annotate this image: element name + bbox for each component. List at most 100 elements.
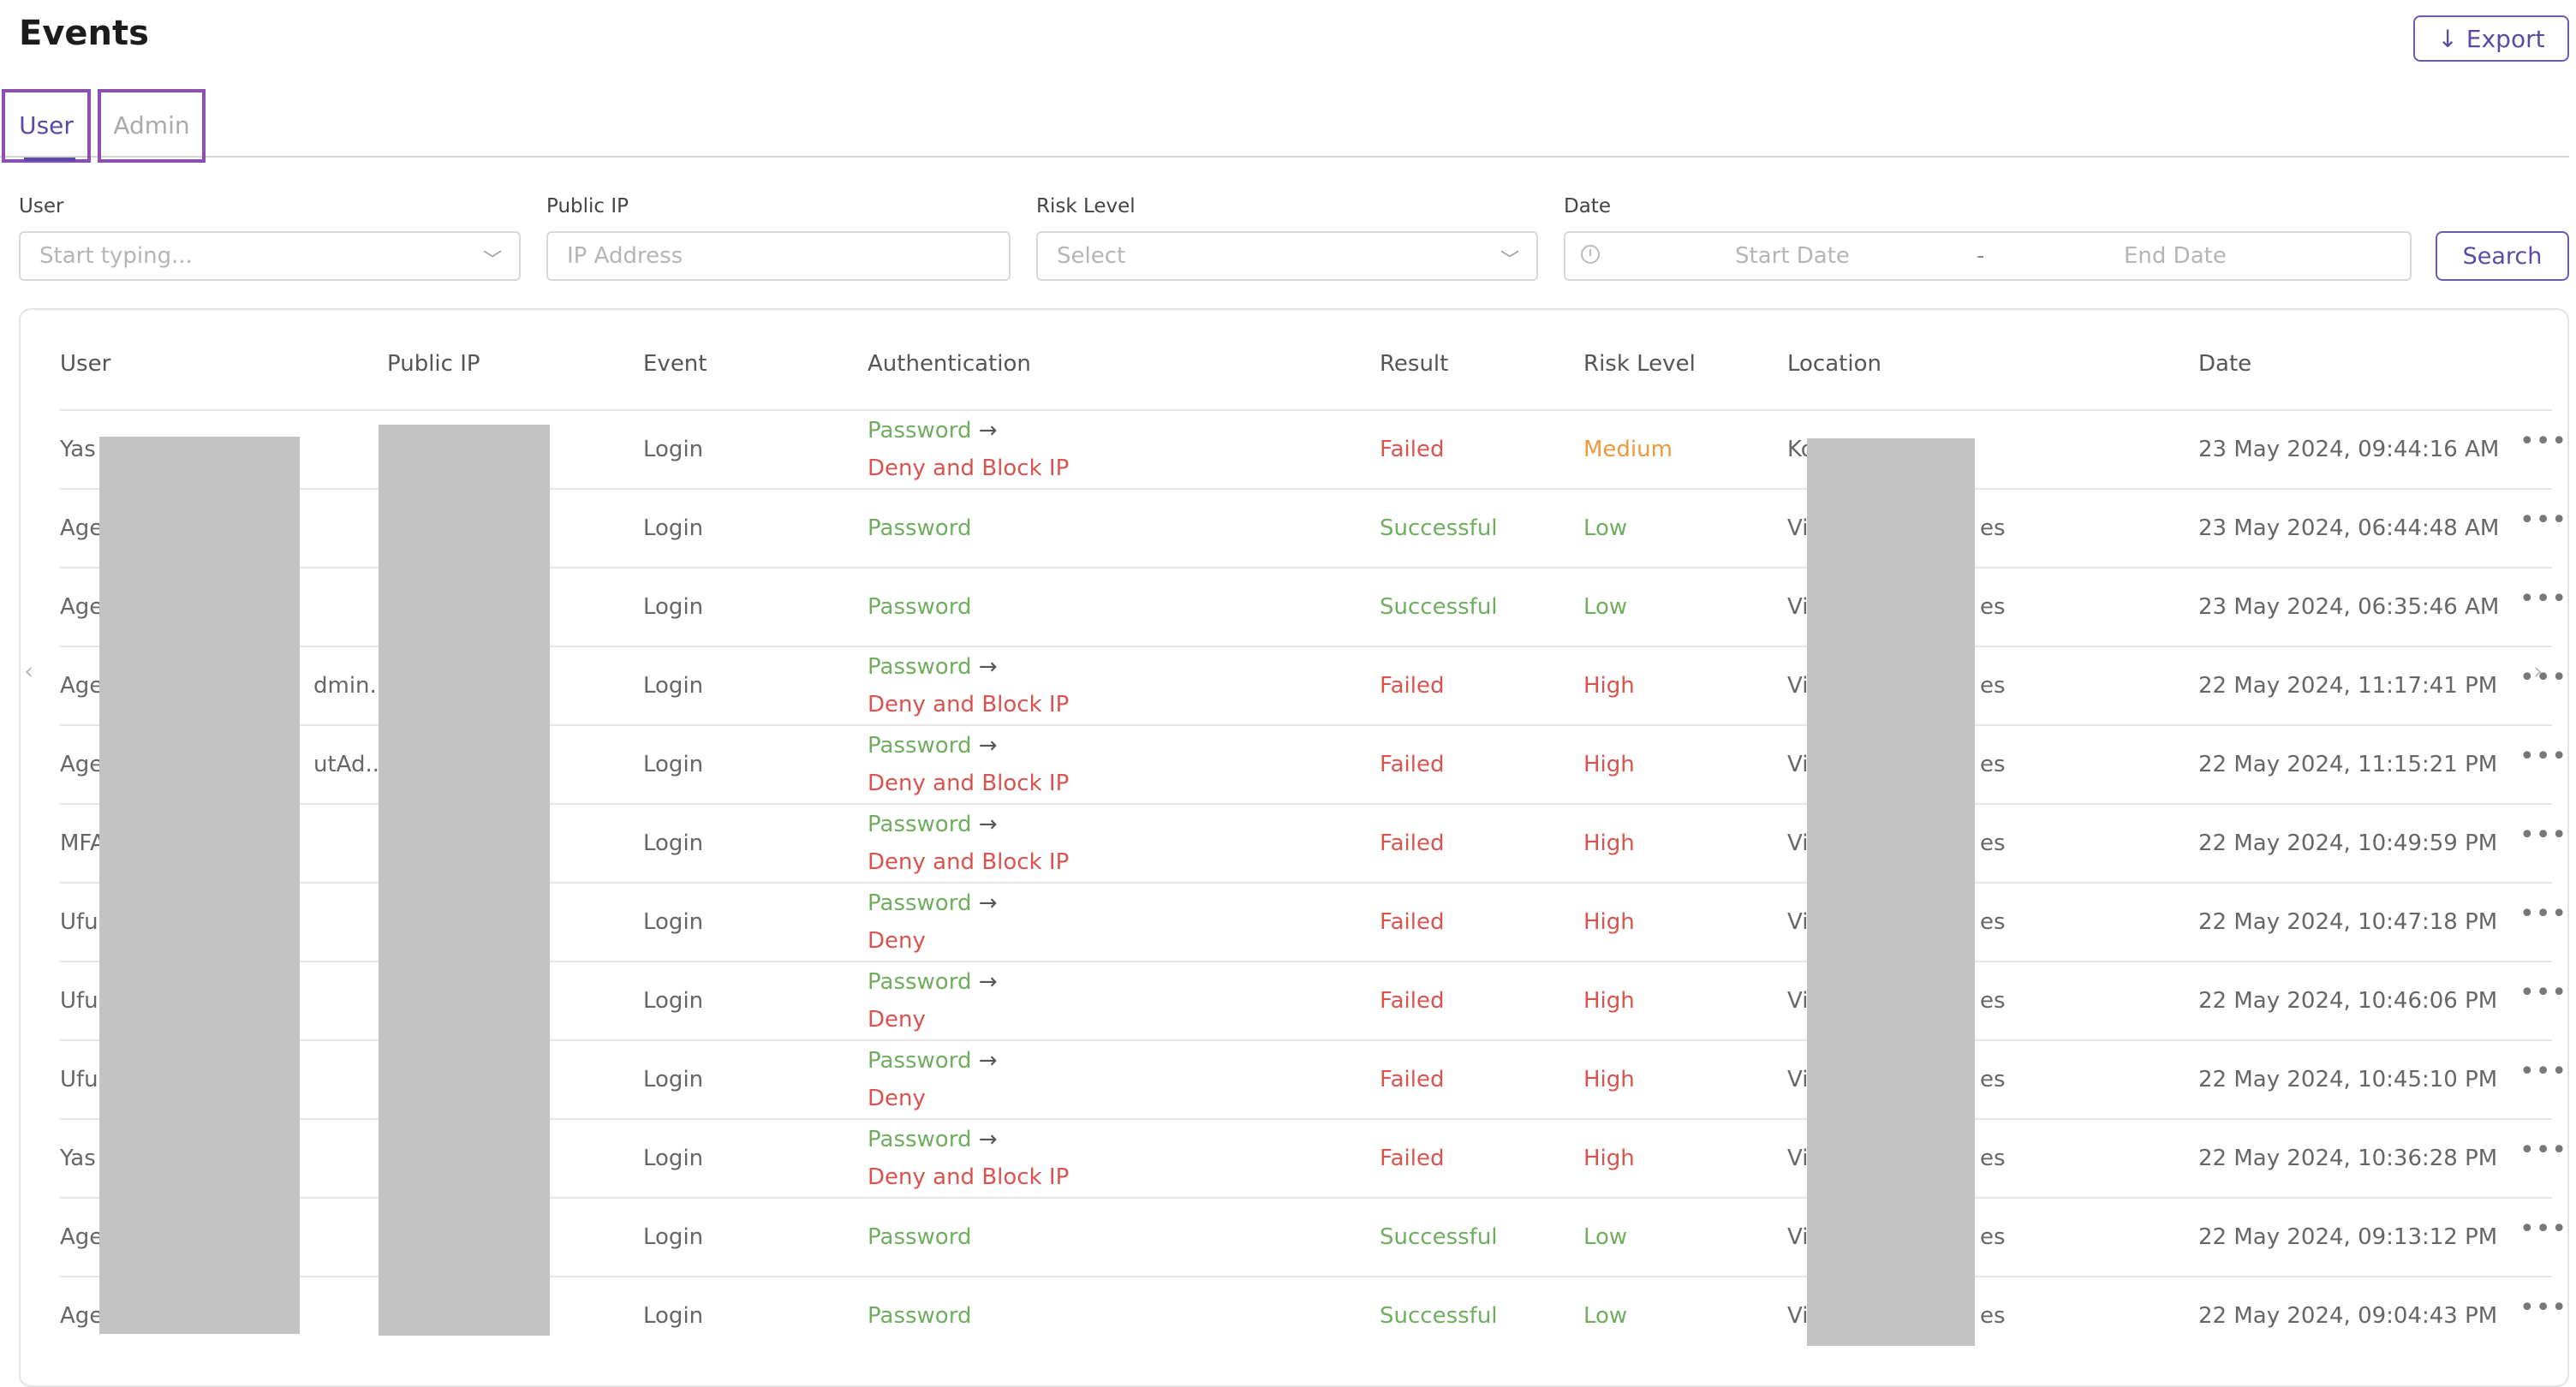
row-auth-action: Deny and Block IP [868, 771, 1070, 796]
row-location-suffix: es [1980, 830, 2006, 856]
events-table: User Public IP Event Authentication Resu… [19, 308, 2569, 1387]
row-location-suffix: es [1980, 673, 2006, 699]
row-auth-method-text: Password [868, 1127, 972, 1152]
row-auth-method-text: Password [868, 594, 972, 620]
tab-admin-label: Admin [113, 111, 190, 140]
more-horizontal-icon[interactable]: ••• [2519, 584, 2567, 614]
row-auth-method: Password → [868, 1127, 998, 1152]
start-date-input[interactable]: Start Date [1735, 243, 1850, 269]
row-auth-action: Deny and Block IP [868, 849, 1070, 875]
row-auth-method-text: Password [868, 418, 972, 443]
row-auth-method: Password → [868, 654, 998, 680]
row-location-suffix: es [1980, 1303, 2006, 1329]
row-auth-method: Password → [868, 969, 998, 995]
page-title: Events [19, 14, 149, 53]
row-location-suffix: es [1980, 594, 2006, 620]
row-result: Failed [1380, 909, 1445, 935]
row-date: 22 May 2024, 10:46:06 PM [2198, 988, 2498, 1014]
more-horizontal-icon[interactable]: ••• [2519, 505, 2567, 535]
chevron-left-icon[interactable]: ‹ [24, 657, 33, 685]
more-horizontal-icon[interactable]: ••• [2519, 978, 2567, 1008]
row-location-suffix: es [1980, 1146, 2006, 1171]
row-risk-level: High [1583, 988, 1635, 1014]
row-location-suffix: es [1980, 1224, 2006, 1250]
column-header-public-ip: Public IP [387, 351, 480, 377]
chevron-right-icon[interactable]: › [2533, 657, 2543, 685]
row-auth-method-text: Password [868, 733, 972, 759]
row-auth-method: Password [868, 1224, 971, 1250]
tab-bar: User Admin [0, 86, 2569, 163]
more-horizontal-icon[interactable]: ••• [2519, 426, 2567, 456]
chevron-down-icon: ﹀ [482, 250, 502, 271]
row-user: MFA [60, 830, 105, 856]
more-horizontal-icon[interactable]: ••• [2519, 820, 2567, 850]
row-date: 22 May 2024, 10:36:28 PM [2198, 1146, 2498, 1171]
tab-admin[interactable]: Admin [98, 89, 206, 163]
row-auth-method: Password → [868, 1048, 998, 1074]
more-horizontal-icon[interactable]: ••• [2519, 741, 2567, 771]
row-event: Login [643, 437, 704, 462]
row-auth-method-text: Password [868, 969, 972, 995]
row-user: Uful [60, 988, 104, 1014]
row-result: Failed [1380, 1067, 1445, 1092]
row-risk-level: Low [1583, 515, 1628, 541]
row-auth-method-text: Password [868, 654, 972, 680]
arrow-right-icon: → [978, 1127, 998, 1152]
column-header-user: User [60, 351, 111, 377]
export-button[interactable]: ↓ Export [2413, 15, 2569, 62]
end-date-input[interactable]: End Date [2124, 243, 2227, 269]
row-auth-method-text: Password [868, 1303, 972, 1329]
arrow-right-icon: → [978, 418, 998, 443]
row-auth-method: Password [868, 1303, 971, 1329]
row-event: Login [643, 515, 704, 541]
date-range-picker[interactable]: Start Date - End Date [1564, 231, 2412, 281]
row-date: 22 May 2024, 10:45:10 PM [2198, 1067, 2498, 1092]
row-date: 22 May 2024, 11:15:21 PM [2198, 752, 2498, 777]
date-separator: - [1977, 243, 1985, 269]
row-date: 22 May 2024, 09:13:12 PM [2198, 1224, 2498, 1250]
more-horizontal-icon[interactable]: ••• [2519, 663, 2567, 693]
row-result: Failed [1380, 988, 1445, 1014]
row-risk-level: High [1583, 830, 1635, 856]
row-date: 22 May 2024, 09:04:43 PM [2198, 1303, 2498, 1329]
arrow-right-icon: → [978, 812, 998, 837]
row-result: Failed [1380, 752, 1445, 777]
row-risk-level: High [1583, 1067, 1635, 1092]
row-auth-action: Deny [868, 1007, 926, 1033]
chevron-down-icon: ﹀ [1500, 250, 1519, 271]
more-horizontal-icon[interactable]: ••• [2519, 1293, 2567, 1323]
row-date: 22 May 2024, 10:49:59 PM [2198, 830, 2498, 856]
row-user: Yas [60, 1146, 96, 1171]
row-auth-method: Password [868, 594, 971, 620]
row-user: Age [60, 1303, 104, 1329]
row-auth-method-text: Password [868, 890, 972, 916]
row-event: Login [643, 988, 704, 1014]
more-horizontal-icon[interactable]: ••• [2519, 1135, 2567, 1165]
row-auth-action: Deny and Block IP [868, 692, 1070, 717]
row-auth-action: Deny and Block IP [868, 455, 1070, 481]
arrow-right-icon: → [978, 1048, 998, 1074]
row-user-suffix: utAd... [313, 752, 387, 777]
risk-level-select[interactable]: Select ﹀ [1036, 231, 1538, 281]
row-date: 23 May 2024, 06:35:46 AM [2198, 594, 2500, 620]
search-button[interactable]: Search [2436, 231, 2569, 281]
column-header-risk-level: Risk Level [1583, 351, 1696, 377]
row-auth-method-text: Password [868, 1224, 972, 1250]
row-auth-method: Password [868, 515, 971, 541]
arrow-right-icon: → [978, 654, 998, 680]
public-ip-input[interactable]: IP Address [546, 231, 1011, 281]
public-ip-placeholder: IP Address [567, 243, 683, 269]
row-result: Successful [1380, 1224, 1498, 1250]
row-date: 22 May 2024, 10:47:18 PM [2198, 909, 2498, 935]
more-horizontal-icon[interactable]: ••• [2519, 1057, 2567, 1086]
tab-user[interactable]: User [2, 89, 91, 163]
row-event: Login [643, 1067, 704, 1092]
row-user: Age [60, 673, 104, 699]
row-user: Age [60, 1224, 104, 1250]
row-risk-level: Low [1583, 594, 1628, 620]
row-user: Age [60, 752, 104, 777]
more-horizontal-icon[interactable]: ••• [2519, 1214, 2567, 1244]
row-auth-method: Password → [868, 890, 998, 916]
more-horizontal-icon[interactable]: ••• [2519, 899, 2567, 929]
user-filter-select[interactable]: Start typing... ﹀ [19, 231, 521, 281]
